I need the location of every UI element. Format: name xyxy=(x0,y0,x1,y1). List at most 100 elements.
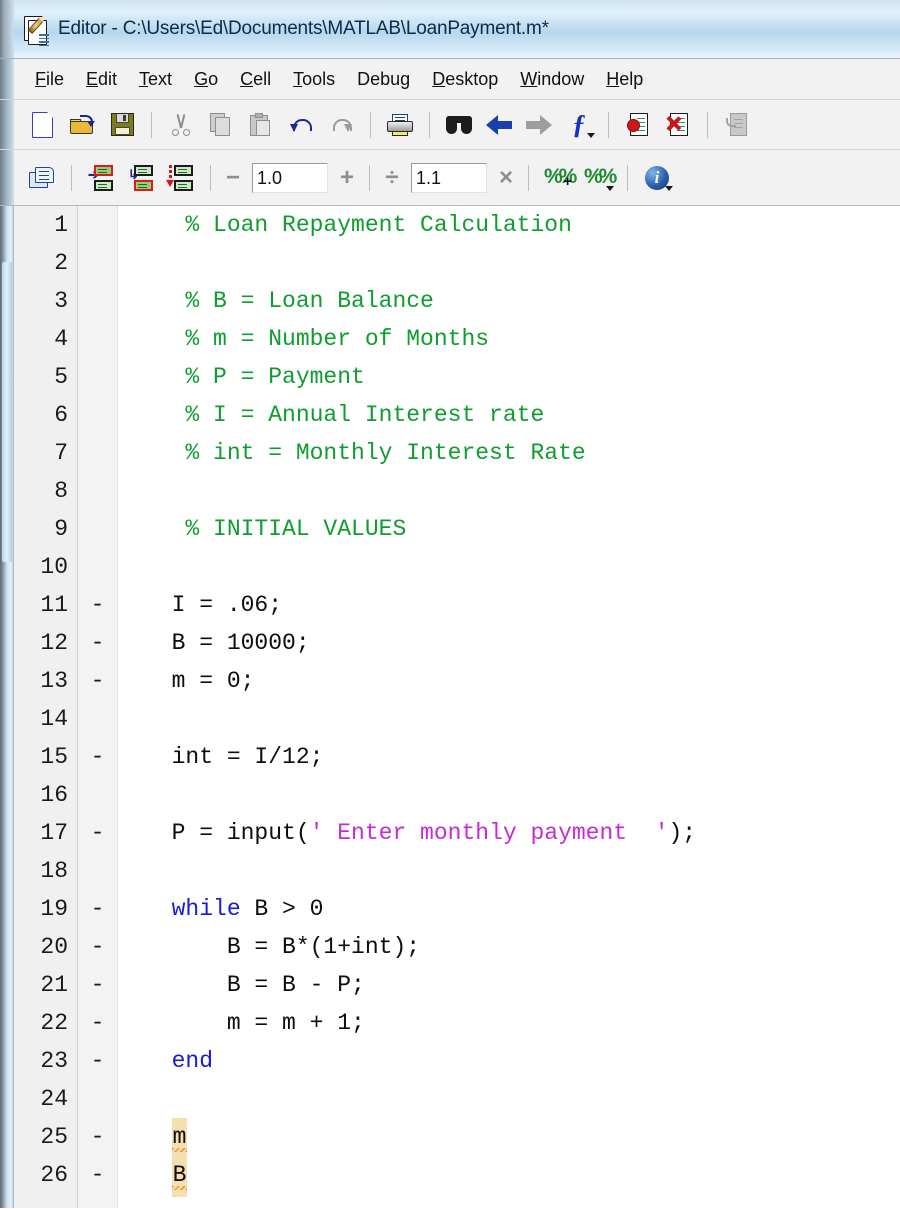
code-line[interactable]: % m = Number of Months xyxy=(118,320,900,358)
breakpoint-marker[interactable]: - xyxy=(78,586,117,624)
clear-breakpoints-button[interactable] xyxy=(661,108,695,142)
divide-button[interactable]: ÷ xyxy=(379,165,405,190)
vertical-scrollbar[interactable] xyxy=(0,206,14,1208)
breakpoint-marker[interactable] xyxy=(78,510,117,548)
code-line[interactable]: while B > 0 xyxy=(118,890,900,928)
code-line[interactable] xyxy=(118,244,900,282)
menu-item-help[interactable]: Help xyxy=(595,67,654,92)
code-line[interactable] xyxy=(118,700,900,738)
code-line[interactable]: % P = Payment xyxy=(118,358,900,396)
menu-item-desktop[interactable]: Desktop xyxy=(421,67,509,92)
breakpoint-marker[interactable] xyxy=(78,358,117,396)
code-line[interactable]: B xyxy=(118,1156,900,1197)
menu-item-tools[interactable]: Tools xyxy=(282,67,346,92)
code-line[interactable]: B = B - P; xyxy=(118,966,900,1004)
breakpoint-marker[interactable]: - xyxy=(78,624,117,662)
cell-mode-toggle-button[interactable] xyxy=(25,161,59,195)
code-line[interactable] xyxy=(118,1080,900,1118)
code-line[interactable]: m = 0; xyxy=(118,662,900,700)
breakpoint-marker[interactable] xyxy=(78,472,117,510)
code-line[interactable]: P = input(' Enter monthly payment '); xyxy=(118,814,900,852)
breakpoint-marker[interactable]: - xyxy=(78,1042,117,1080)
menu-item-edit[interactable]: Edit xyxy=(75,67,128,92)
code-line[interactable] xyxy=(118,776,900,814)
menu-item-text[interactable]: Text xyxy=(128,67,183,92)
stack-context-button[interactable] xyxy=(720,108,754,142)
breakpoint-marker[interactable]: - xyxy=(78,814,117,852)
breakpoint-marker[interactable]: - xyxy=(78,1118,117,1156)
code-line[interactable]: % int = Monthly Interest Rate xyxy=(118,434,900,472)
breakpoint-marker[interactable] xyxy=(78,1080,117,1118)
add-subtract-value-input[interactable]: 1.0 xyxy=(252,162,328,193)
breakpoint-marker[interactable]: - xyxy=(78,1156,117,1194)
function-browser-button[interactable]: ƒ xyxy=(562,108,596,142)
multiply-button[interactable]: × xyxy=(493,165,519,190)
code-line[interactable]: % Loan Repayment Calculation xyxy=(118,206,900,244)
save-file-button[interactable] xyxy=(105,108,139,142)
redo-button[interactable] xyxy=(324,108,358,142)
copy-button[interactable] xyxy=(204,108,238,142)
undo-button[interactable] xyxy=(284,108,318,142)
code-line[interactable] xyxy=(118,472,900,510)
breakpoint-marker[interactable] xyxy=(78,206,117,244)
new-file-button[interactable] xyxy=(25,108,59,142)
breakpoint-marker[interactable] xyxy=(78,320,117,358)
line-number: 14 xyxy=(40,706,68,732)
print-button[interactable] xyxy=(383,108,417,142)
breakpoint-marker[interactable]: - xyxy=(78,966,117,1004)
code-line[interactable]: end xyxy=(118,1042,900,1080)
menu-item-file[interactable]: File xyxy=(24,67,75,92)
code-line[interactable]: I = .06; xyxy=(118,586,900,624)
breakpoint-marker[interactable] xyxy=(78,244,117,282)
menu-item-debug[interactable]: Debug xyxy=(346,67,421,92)
code-line[interactable]: B = B*(1+int); xyxy=(118,928,900,966)
scrollbar-thumb[interactable] xyxy=(2,262,12,562)
menu-item-window[interactable]: Window xyxy=(509,67,595,92)
breakpoint-marker[interactable]: - xyxy=(78,662,117,700)
breakpoint-gutter[interactable]: ------------ xyxy=(78,206,118,1208)
mlint-info-button[interactable]: i xyxy=(640,161,674,195)
breakpoint-marker[interactable]: - xyxy=(78,738,117,776)
paste-button[interactable] xyxy=(244,108,278,142)
insert-cell-divider-selection-button[interactable]: ↳ xyxy=(124,161,158,195)
cell-evaluate-next-icon xyxy=(166,164,194,191)
breakpoint-marker[interactable]: - xyxy=(78,890,117,928)
open-file-button[interactable] xyxy=(65,108,99,142)
breakpoint-marker[interactable] xyxy=(78,396,117,434)
comment-text: % Loan Repayment Calculation xyxy=(144,212,572,238)
code-line[interactable]: % INITIAL VALUES xyxy=(118,510,900,548)
breakpoint-marker[interactable] xyxy=(78,434,117,472)
back-button[interactable] xyxy=(482,108,516,142)
breakpoint-marker[interactable]: - xyxy=(78,1004,117,1042)
find-button[interactable] xyxy=(442,108,476,142)
code-line[interactable]: % B = Loan Balance xyxy=(118,282,900,320)
code-line[interactable] xyxy=(118,548,900,586)
code-line[interactable]: B = 10000; xyxy=(118,624,900,662)
multiply-divide-value-input[interactable]: 1.1 xyxy=(411,162,487,193)
menu-item-go[interactable]: Go xyxy=(183,67,229,92)
breakpoint-marker[interactable] xyxy=(78,548,117,586)
code-line[interactable]: m xyxy=(118,1118,900,1159)
menu-item-cell[interactable]: Cell xyxy=(229,67,282,92)
code-line[interactable]: % I = Annual Interest rate xyxy=(118,396,900,434)
decrement-button[interactable]: − xyxy=(220,165,246,190)
evaluate-next-cell-button[interactable] xyxy=(164,161,198,195)
breakpoint-marker[interactable] xyxy=(78,282,117,320)
add-cell-marker-button[interactable]: %% + xyxy=(541,161,577,195)
code-text-area[interactable]: % Loan Repayment Calculation % B = Loan … xyxy=(118,206,900,1208)
breakpoint-marker[interactable]: - xyxy=(78,928,117,966)
cut-button[interactable] xyxy=(164,108,198,142)
insert-cell-divider-button[interactable]: ➔ xyxy=(84,161,118,195)
breakpoint-marker[interactable] xyxy=(78,776,117,814)
code-line[interactable]: int = I/12; xyxy=(118,738,900,776)
code-line[interactable]: m = m + 1; xyxy=(118,1004,900,1042)
increment-button[interactable]: + xyxy=(334,165,360,190)
save-floppy-disk-icon xyxy=(110,113,134,136)
cell-options-button[interactable]: %% xyxy=(581,161,617,195)
breakpoint-marker[interactable] xyxy=(78,700,117,738)
set-breakpoint-button[interactable] xyxy=(621,108,655,142)
code-line[interactable] xyxy=(118,852,900,890)
forward-button[interactable] xyxy=(522,108,556,142)
breakpoint-marker[interactable] xyxy=(78,852,117,890)
